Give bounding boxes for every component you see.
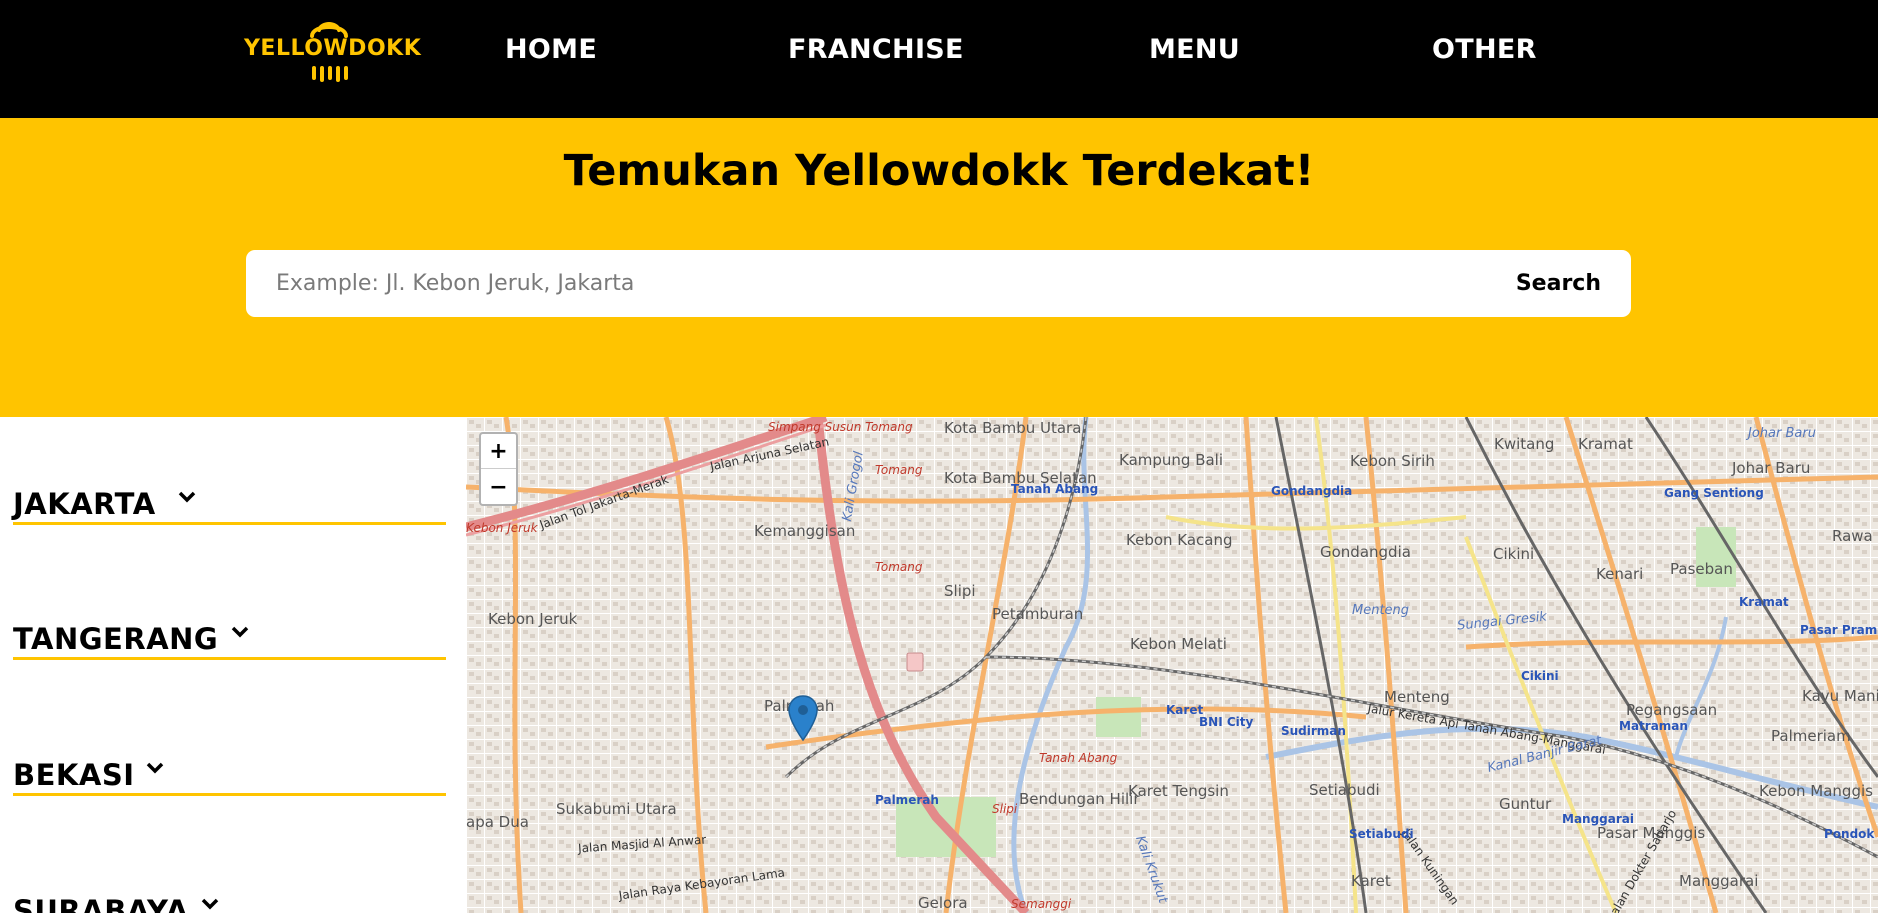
city-list: JAKARTA TANGERANG BEKASI SURABAYA: [0, 417, 466, 913]
map-label: Kwitang: [1494, 435, 1555, 453]
map-label: BNI City: [1199, 715, 1254, 729]
map-label: Kebon Jeruk: [488, 610, 578, 628]
map-label: Sukabumi Utara: [556, 800, 677, 818]
map-zoom-control: + −: [479, 432, 518, 506]
map-label: Kemanggisan: [754, 522, 856, 540]
map-label: Cikini: [1521, 669, 1559, 683]
map-label: Johar Baru: [1748, 426, 1816, 441]
map-label: Kayu Manis: [1802, 687, 1878, 705]
city-label: SURABAYA: [13, 894, 189, 913]
map-label: Gondangdia: [1320, 543, 1411, 561]
map-label: Tanah Abang: [1011, 482, 1099, 496]
city-label: TANGERANG: [13, 622, 219, 656]
map-label: Manggarai: [1562, 812, 1634, 826]
map-label: Gondangdia: [1271, 484, 1353, 498]
map-label: Cikini: [1493, 545, 1535, 563]
map-label: Menteng: [1384, 688, 1450, 706]
map-label: Pegangsaan: [1626, 701, 1718, 719]
nav-other[interactable]: OTHER: [1432, 30, 1537, 70]
chevron-down-icon: [146, 762, 164, 774]
map-label: Karet Tengsin: [1128, 782, 1229, 800]
map-label: Tomang: [875, 463, 923, 477]
map-label: Setiabudi: [1349, 827, 1414, 841]
map-label: Johar Baru: [1732, 459, 1811, 477]
map-label: Pondok Jati: [1824, 827, 1878, 841]
map-label: Tomang: [875, 560, 923, 574]
store-locator-hero: Temukan Yellowdokk Terdekat! Search: [0, 118, 1878, 417]
map-label: Kota Bambu Utara: [944, 419, 1082, 437]
map-label: Pasar Pramuka: [1800, 623, 1878, 637]
yellowdokk-logo[interactable]: YELLOWDOKK: [244, 18, 422, 84]
map-label: Menteng: [1352, 603, 1410, 618]
map-label: Manggarai: [1679, 872, 1759, 890]
map-label: Simpang Susun Tomang: [768, 420, 913, 434]
map-label: Palmerah: [875, 793, 939, 807]
map-label: Kebon Kacang: [1126, 531, 1233, 549]
search-button[interactable]: Search: [1516, 250, 1601, 317]
city-label: BEKASI: [13, 758, 135, 792]
nav-home[interactable]: HOME: [505, 30, 597, 70]
map-label: Semanggi: [1011, 897, 1072, 911]
map-label: Kebon Manggis: [1759, 782, 1873, 800]
map-label: Kampung Bali: [1119, 451, 1224, 469]
map-pin-icon[interactable]: [787, 694, 819, 742]
map-label: Tanah Abang: [1039, 751, 1118, 765]
search-bar: Search: [246, 250, 1631, 317]
city-item-jakarta[interactable]: JAKARTA: [13, 465, 446, 525]
map-label: Kebon Melati: [1130, 635, 1227, 653]
top-navbar: YELLOWDOKK HOME FRANCHISE MENU OTHER: [0, 0, 1878, 118]
map-label: Guntur: [1499, 795, 1552, 813]
map-label: Slipi: [944, 582, 976, 600]
map-label: Paseban: [1670, 560, 1733, 578]
chevron-down-icon: [178, 491, 196, 503]
map-label: Petamburan: [992, 605, 1084, 623]
city-item-tangerang[interactable]: TANGERANG: [13, 600, 446, 660]
city-item-surabaya[interactable]: SURABAYA: [13, 872, 446, 913]
page-title: Temukan Yellowdokk Terdekat!: [563, 146, 1315, 196]
map-label: Gelora: [918, 894, 968, 912]
map-label: apa Dua: [466, 813, 529, 831]
chevron-down-icon: [231, 626, 249, 638]
map-label: Kebon Sirih: [1350, 452, 1435, 470]
map-label: Slipi: [992, 802, 1018, 816]
nav-franchise[interactable]: FRANCHISE: [788, 30, 964, 70]
map-label: Bendungan Hilir: [1019, 790, 1140, 808]
city-label: JAKARTA: [13, 487, 156, 521]
logo-text: YELLOWDOKK: [244, 36, 422, 61]
map-label: Sudirman: [1281, 724, 1346, 738]
map-label: Kramat: [1578, 435, 1633, 453]
zoom-out-button[interactable]: −: [481, 470, 516, 505]
map-label: Setiabudi: [1309, 781, 1380, 799]
map-label: Kramat: [1739, 595, 1789, 609]
nav-menu[interactable]: MENU: [1149, 30, 1240, 70]
map-label: Palmeriam: [1771, 727, 1851, 745]
map-label: Karet: [1351, 872, 1391, 890]
map-label: Gang Sentiong: [1664, 486, 1764, 500]
zoom-in-button[interactable]: +: [481, 434, 516, 469]
map-label: Rawa: [1832, 527, 1873, 545]
store-map[interactable]: Kota Bambu Utara Kota Bambu Selatan Kamp…: [466, 417, 1878, 913]
city-item-bekasi[interactable]: BEKASI: [13, 736, 446, 796]
chevron-down-icon: [201, 898, 219, 910]
map-label: Karet: [1166, 703, 1204, 717]
search-input[interactable]: [246, 250, 1466, 317]
map-label: Matraman: [1619, 719, 1688, 733]
map-label: Kebon Jeruk: [466, 521, 538, 535]
map-label: Kenari: [1596, 565, 1644, 583]
